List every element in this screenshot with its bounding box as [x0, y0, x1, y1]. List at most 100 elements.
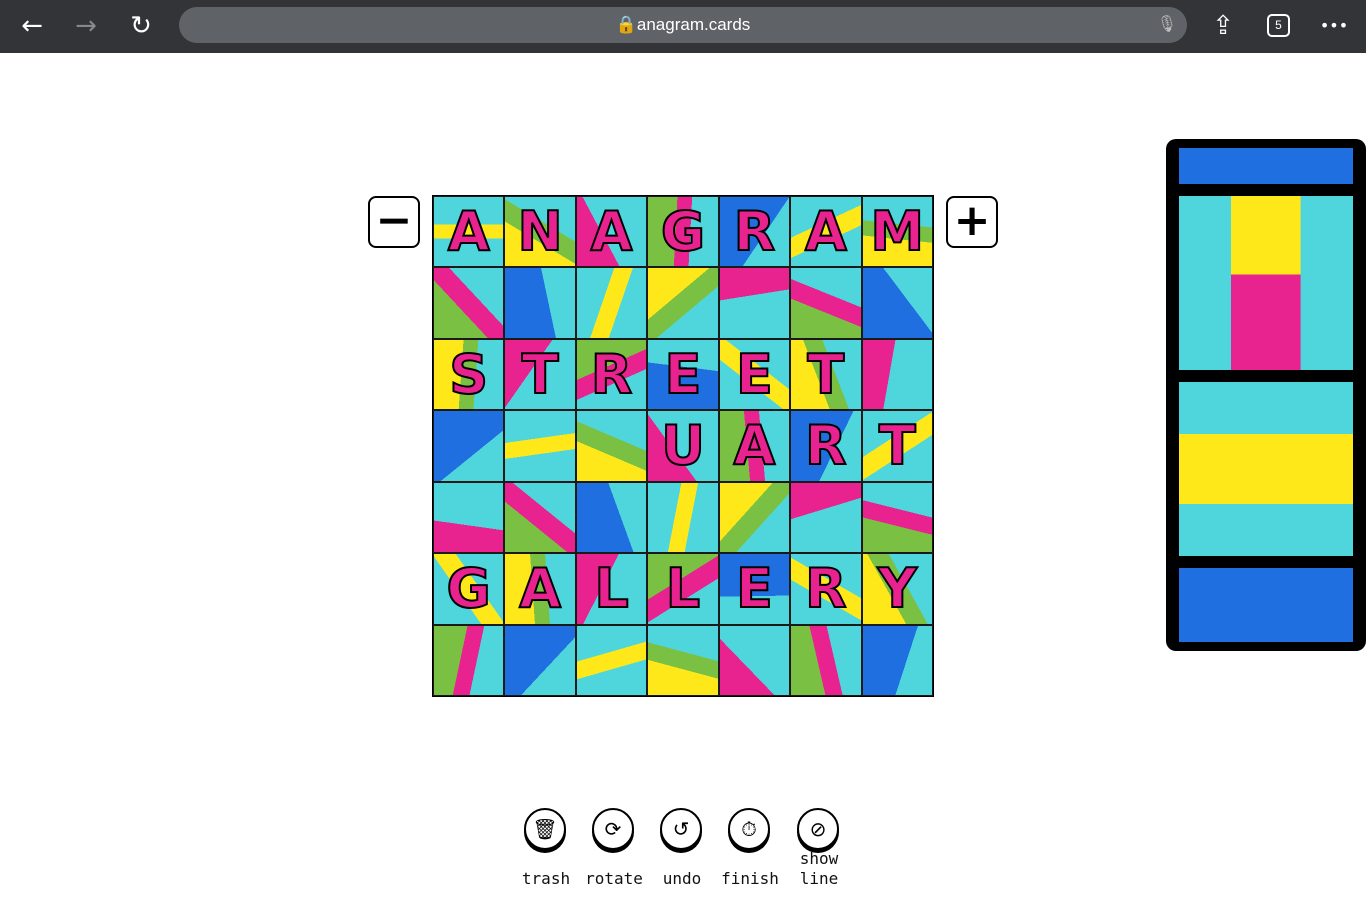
- tile-letter: E: [735, 342, 774, 407]
- board-tile[interactable]: A: [433, 196, 505, 268]
- tile-letter: Y: [877, 556, 918, 621]
- board-tile[interactable]: [504, 624, 576, 696]
- show-line-button[interactable]: ⊘: [797, 808, 841, 850]
- board-tile[interactable]: [861, 338, 933, 411]
- board-tile[interactable]: N: [504, 196, 576, 268]
- board-tile[interactable]: [504, 410, 576, 482]
- board-tile[interactable]: [718, 624, 791, 696]
- card-segment: [1176, 193, 1356, 373]
- board-tile[interactable]: M: [861, 196, 933, 268]
- undo-button[interactable]: ↺: [660, 808, 704, 850]
- finish-button[interactable]: ⏱: [728, 808, 772, 850]
- tile-letter: R: [733, 199, 777, 264]
- board-tile[interactable]: [504, 481, 576, 554]
- board-tile[interactable]: [861, 267, 933, 339]
- trash-button[interactable]: 🗑: [524, 808, 568, 850]
- zoom-out-button[interactable]: −: [368, 196, 420, 248]
- board-tile[interactable]: R: [790, 410, 862, 482]
- tile-letter: E: [664, 342, 703, 407]
- board-tile[interactable]: T: [861, 410, 933, 482]
- card-segment: [1176, 379, 1356, 559]
- board-tile[interactable]: [433, 624, 505, 696]
- board-tile[interactable]: [790, 624, 862, 696]
- board-tile[interactable]: [790, 267, 862, 339]
- board-tile[interactable]: L: [647, 553, 719, 625]
- zoom-in-button[interactable]: +: [946, 196, 998, 248]
- tile-letter: R: [804, 556, 848, 621]
- card-segment: [1176, 145, 1356, 187]
- board-tile[interactable]: E: [647, 338, 719, 411]
- board-tile[interactable]: A: [718, 410, 791, 482]
- board-tile[interactable]: [433, 267, 505, 339]
- tile-letter: G: [660, 199, 706, 264]
- tool-label: rotate: [585, 869, 643, 888]
- back-icon[interactable]: ←: [16, 10, 48, 42]
- tool-label: show line: [799, 849, 839, 888]
- board-tile[interactable]: [718, 267, 791, 339]
- board-tile[interactable]: [647, 267, 719, 339]
- board-tile[interactable]: S: [433, 338, 505, 411]
- board-tile[interactable]: R: [790, 553, 862, 625]
- tile-letter: L: [593, 556, 629, 621]
- board-tile[interactable]: [647, 481, 719, 554]
- rotate-button[interactable]: ⟳: [592, 808, 636, 850]
- trash-icon: 🗑: [524, 808, 566, 850]
- board-tile[interactable]: [575, 624, 648, 696]
- tool-label: undo: [662, 869, 702, 888]
- puzzle-board[interactable]: ANAGRAMSTREETUARTGALLERY: [432, 195, 934, 697]
- board-tile[interactable]: [647, 624, 719, 696]
- board-tile[interactable]: [504, 267, 576, 339]
- board-tile[interactable]: U: [647, 410, 719, 482]
- rotate-icon: ⟳: [592, 808, 634, 850]
- board-tile[interactable]: [861, 624, 933, 696]
- url-text: anagram.cards: [636, 15, 751, 34]
- board-tile[interactable]: A: [790, 196, 862, 268]
- board-tile[interactable]: G: [647, 196, 719, 268]
- share-icon[interactable]: ⇪: [1207, 10, 1239, 42]
- tile-letter: A: [590, 199, 634, 264]
- board-tile[interactable]: [861, 481, 933, 554]
- board-tile[interactable]: [575, 410, 648, 482]
- tile-letter: G: [446, 556, 492, 621]
- tabs-button[interactable]: 5: [1267, 14, 1290, 37]
- board-tile[interactable]: A: [575, 196, 648, 268]
- board-tile[interactable]: Y: [861, 553, 933, 625]
- board-tile[interactable]: E: [718, 338, 791, 411]
- board-tile[interactable]: [575, 267, 648, 339]
- board-tile[interactable]: [433, 481, 505, 554]
- board-tile[interactable]: T: [790, 338, 862, 411]
- mic-icon[interactable]: 🎙: [1157, 7, 1177, 43]
- board-tile[interactable]: T: [504, 338, 576, 411]
- tile-letter: A: [518, 556, 562, 621]
- browser-toolbar: ← → ↻ 🔒anagram.cards 🎙 ⇪ 5 •••: [0, 0, 1366, 53]
- board-tile[interactable]: [575, 481, 648, 554]
- tool-label: trash: [521, 869, 571, 888]
- tile-letter: T: [806, 342, 845, 407]
- tile-letter: M: [869, 199, 925, 264]
- forward-icon[interactable]: →: [70, 10, 102, 42]
- finish-icon: ⏱: [728, 808, 770, 850]
- board-tile[interactable]: R: [575, 338, 648, 411]
- board-tile[interactable]: [790, 481, 862, 554]
- held-card[interactable]: [1166, 139, 1366, 651]
- board-tile[interactable]: L: [575, 553, 648, 625]
- address-bar[interactable]: 🔒anagram.cards 🎙: [179, 7, 1187, 43]
- tile-letter: E: [735, 556, 774, 621]
- tile-letter: R: [804, 413, 848, 478]
- board-tile[interactable]: A: [504, 553, 576, 625]
- tile-letter: T: [521, 342, 560, 407]
- tile-letter: A: [733, 413, 777, 478]
- tool-label: finish: [721, 869, 779, 888]
- more-icon[interactable]: •••: [1318, 10, 1350, 42]
- board-tile[interactable]: [718, 481, 791, 554]
- tile-letter: T: [878, 413, 917, 478]
- tile-letter: A: [804, 199, 848, 264]
- tile-letter: L: [665, 556, 701, 621]
- board-tile[interactable]: E: [718, 553, 791, 625]
- board-tile[interactable]: G: [433, 553, 505, 625]
- tile-letter: A: [447, 199, 491, 264]
- board-tile[interactable]: [433, 410, 505, 482]
- tile-letter: R: [590, 342, 634, 407]
- board-tile[interactable]: R: [718, 196, 791, 268]
- reload-icon[interactable]: ↻: [125, 10, 157, 42]
